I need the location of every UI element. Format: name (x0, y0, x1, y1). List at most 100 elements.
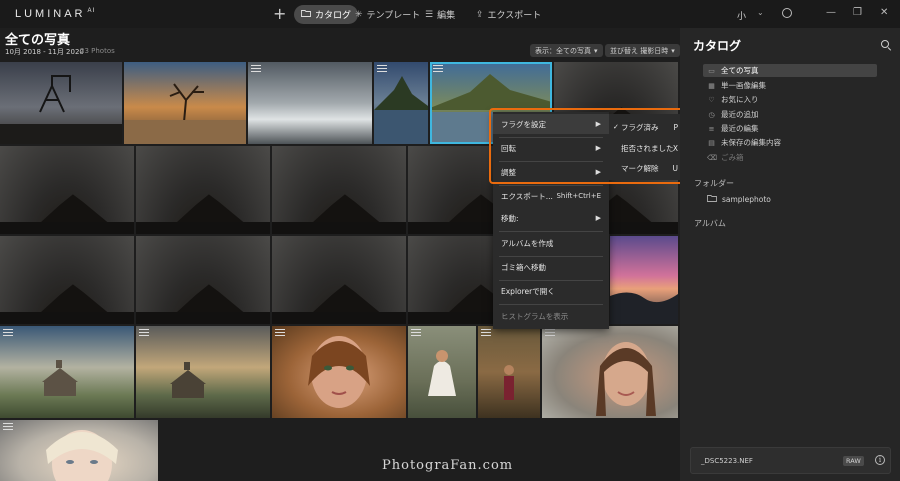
chevron-down-icon: ▾ (671, 46, 675, 55)
sort-label: 並び替え 撮影日時 (610, 46, 669, 55)
sliders-icon: ≡ (708, 124, 715, 133)
edited-icon (139, 329, 149, 336)
stone-church-image (170, 362, 206, 398)
photo-thumbnail[interactable] (0, 326, 134, 418)
menu-item-label: Explorerで開く (501, 286, 555, 296)
photo-thumbnail[interactable] (136, 326, 270, 418)
photo-thumbnail[interactable] (408, 326, 476, 418)
photo-thumbnail[interactable] (136, 146, 270, 234)
catalog-item-label: 最近の編集 (721, 124, 759, 133)
menu-item-show-histogram[interactable]: ヒストグラムを表示 (493, 306, 609, 326)
menu-item-open-in-explorer[interactable]: Explorerで開く (493, 281, 609, 301)
tab-label: 編集 (437, 11, 456, 21)
catalog-item-label: ごみ箱 (721, 153, 744, 162)
minimize-button[interactable]: — (826, 7, 836, 18)
folder-icon (301, 9, 311, 20)
menu-item-label: ヒストグラムを表示 (501, 311, 569, 321)
edited-icon (3, 329, 13, 336)
coastal-rocks-image (610, 292, 678, 324)
photo-thumbnail[interactable] (0, 236, 134, 324)
folder-item-samplephoto[interactable]: samplephoto (707, 194, 771, 204)
logo-text: LUMINAR (15, 8, 86, 20)
catalog-item-label: 全ての写真 (721, 66, 759, 75)
menu-item-label: アルバムを作成 (501, 238, 554, 248)
date-range: 10月 2018 - 11月 2020 (5, 48, 84, 56)
lifeguard-tower-image (0, 75, 122, 144)
photo-thumbnail[interactable] (124, 62, 246, 144)
catalog-item-label: 未保存の編集内容 (721, 138, 781, 147)
catalog-item-label: 最近の追加 (721, 110, 759, 119)
chevron-down-icon: ▾ (594, 46, 598, 55)
photo-thumbnail[interactable] (374, 62, 428, 144)
menu-shortcut: Shift+Ctrl+E (556, 192, 601, 200)
catalog-item-label: お気に入り (721, 95, 759, 104)
logo-superscript: AI (87, 8, 96, 15)
catalog-item-recently-edited[interactable]: ≡ 最近の編集 (703, 122, 877, 135)
rock-silhouette (309, 194, 384, 226)
sort-dropdown[interactable]: 並び替え 撮影日時 ▾ (605, 44, 680, 57)
info-icon[interactable]: i (875, 455, 885, 465)
tab-export[interactable]: ⇪ エクスポート (469, 5, 548, 24)
tab-label: エクスポート (487, 11, 542, 21)
heart-icon: ♡ (708, 95, 715, 104)
photo-thumbnail[interactable] (136, 236, 270, 324)
catalog-item-recently-added[interactable]: ◷ 最近の追加 (703, 108, 877, 121)
catalog-item-unsaved-edits[interactable]: ▤ 未保存の編集内容 (703, 136, 877, 149)
history-icon[interactable] (782, 8, 792, 18)
maximize-button[interactable]: ❐ (853, 7, 862, 18)
clock-icon: ◷ (708, 110, 715, 119)
menu-item-move-to-trash[interactable]: ゴミ箱へ移動 (493, 257, 609, 277)
chevron-right-icon: ▶ (595, 214, 601, 222)
menu-item-move[interactable]: 移動: ▶ (493, 208, 609, 228)
catalog-item-trash[interactable]: ⌫ ごみ箱 (703, 151, 877, 164)
dead-tree-image (124, 83, 246, 144)
photos-icon: ▭ (708, 66, 715, 75)
tab-templates[interactable]: ✳ テンプレート (348, 5, 427, 24)
edited-icon (411, 329, 421, 336)
rock-silhouette (37, 194, 112, 226)
grid-icon: ▦ (708, 81, 715, 90)
mountain-lake-image (374, 76, 428, 144)
photo-thumbnail[interactable] (610, 236, 678, 324)
menu-item-create-album[interactable]: アルバムを作成 (493, 233, 609, 253)
selected-file-info: _DSC5223.NEF RAW i (690, 447, 891, 474)
add-photos-button[interactable]: + (273, 4, 286, 23)
albums-section-header[interactable]: アルバム (694, 218, 726, 229)
photo-thumbnail[interactable] (272, 236, 406, 324)
portrait-face-image (308, 336, 370, 408)
close-button[interactable]: ✕ (880, 7, 888, 18)
menu-item-label: 移動: (501, 213, 519, 223)
annotation-highlight-box (489, 108, 695, 184)
page-title: 全ての写真 (5, 33, 71, 48)
catalog-item-single-image-edits[interactable]: ▦ 単一画像編集 (703, 79, 877, 92)
photo-thumbnail[interactable] (248, 62, 372, 144)
woman-white-dress-image (428, 350, 456, 396)
edited-icon (251, 65, 261, 72)
sparkle-icon: ✳ (355, 9, 363, 20)
catalog-item-all-photos[interactable]: ▭ 全ての写真 (703, 64, 877, 77)
edited-icon (377, 65, 387, 72)
photo-thumbnail[interactable] (272, 146, 406, 234)
chevron-down-icon[interactable]: ⌄ (757, 8, 764, 17)
panel-title: カタログ (693, 39, 742, 53)
menu-divider (499, 231, 603, 232)
view-filter-dropdown[interactable]: 表示：全ての写真 ▾ (530, 44, 603, 57)
tab-edit[interactable]: ☰ 編集 (418, 5, 462, 24)
rock-silhouette (173, 194, 248, 226)
folder-icon (707, 194, 717, 204)
forest-walk-image (504, 365, 514, 400)
rock-silhouette (309, 284, 384, 316)
photo-thumbnail[interactable] (0, 62, 122, 144)
sliders-icon: ☰ (425, 9, 434, 20)
ground (272, 221, 406, 234)
thumbnail-size-select[interactable]: 小 (737, 9, 746, 22)
photo-thumbnail[interactable] (0, 146, 134, 234)
catalog-item-favorites[interactable]: ♡ お気に入り (703, 93, 877, 106)
app-logo: LUMINAR AI (15, 8, 95, 20)
search-icon[interactable] (881, 40, 889, 48)
watermark: PhotograFan.com (382, 458, 514, 473)
rock-silhouette (37, 284, 112, 316)
menu-item-export[interactable]: エクスポート... Shift+Ctrl+E (493, 186, 609, 206)
folders-section-header[interactable]: フォルダー (694, 178, 734, 189)
photo-thumbnail[interactable] (478, 326, 540, 418)
